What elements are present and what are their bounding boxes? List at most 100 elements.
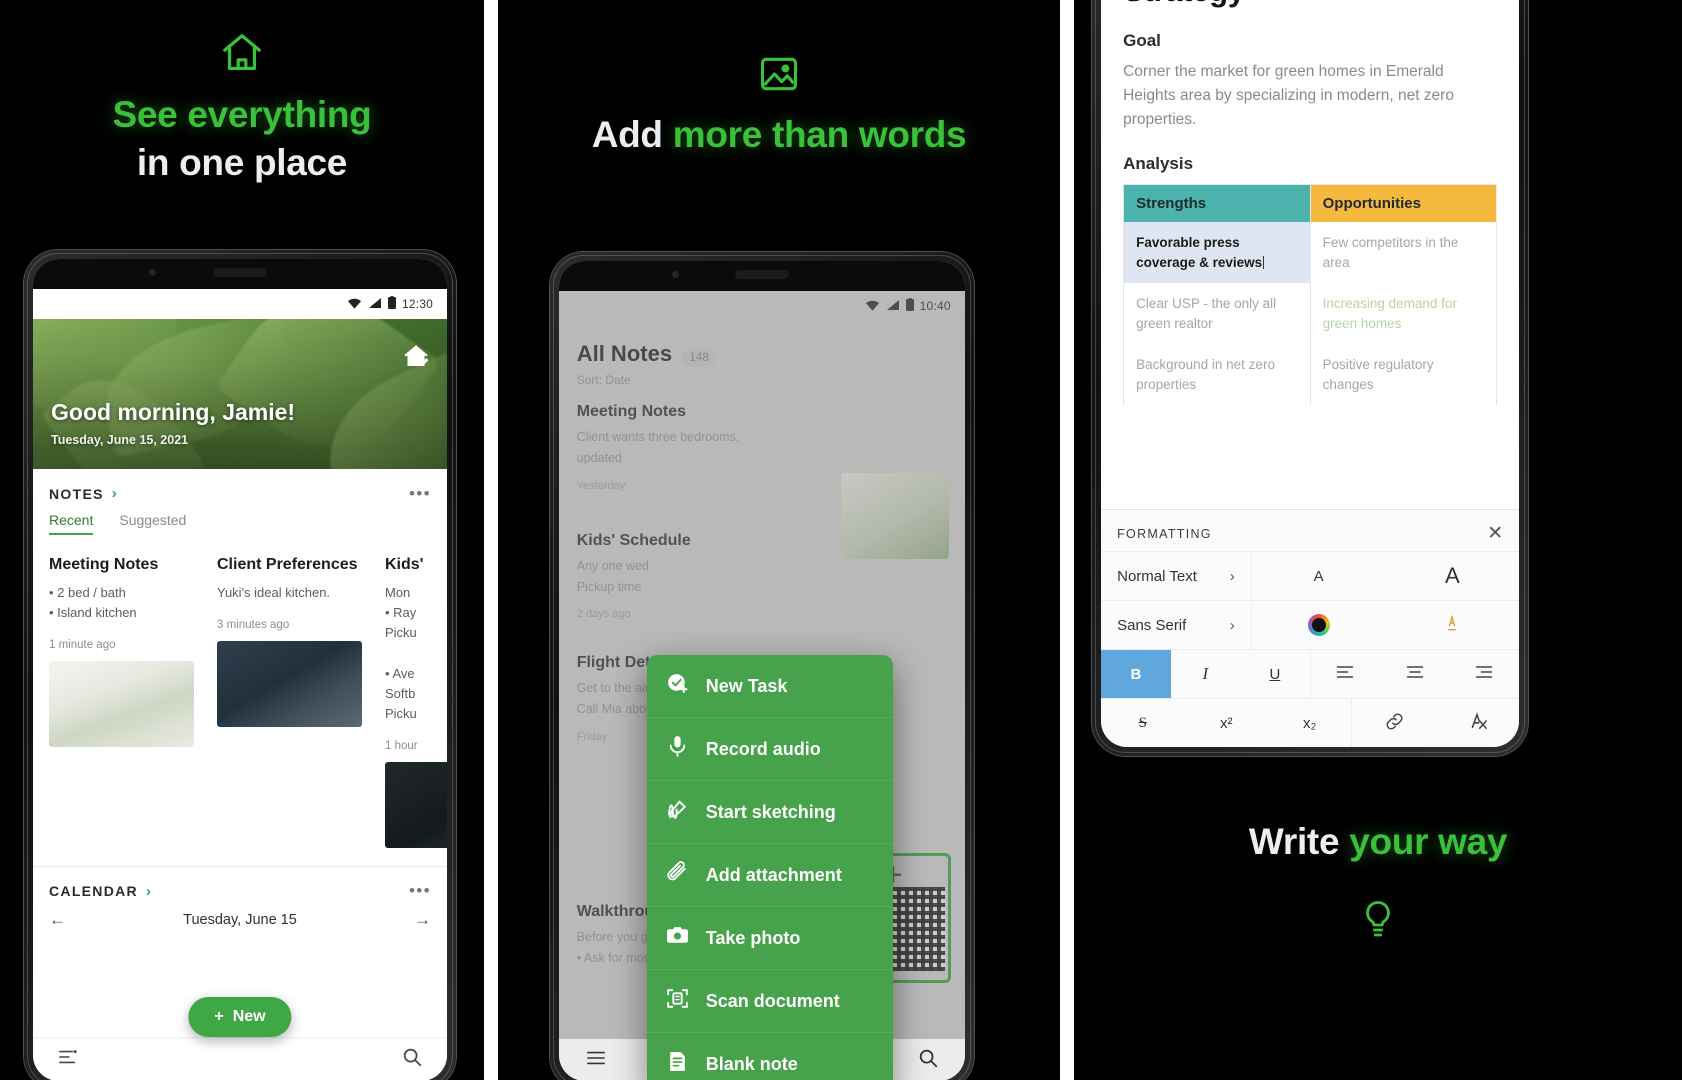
arrow-left-icon[interactable]: ← xyxy=(49,910,66,930)
phone-1: 12:30 Good morning, Jamie! Tuesday, June… xyxy=(24,250,456,1080)
large-a-label: A xyxy=(1444,563,1460,588)
clear-formatting-button[interactable] xyxy=(1436,699,1519,747)
overflow-menu-icon[interactable]: ••• xyxy=(409,882,431,899)
notes-section-title: NOTES xyxy=(49,485,104,502)
tab-recent[interactable]: Recent xyxy=(49,512,94,535)
overflow-menu-icon[interactable]: ••• xyxy=(409,485,431,502)
menu-item-start-sketching[interactable]: Start sketching xyxy=(646,780,893,843)
chevron-right-icon: › xyxy=(1229,616,1235,634)
chevron-right-icon[interactable]: › xyxy=(112,485,117,502)
align-left-button[interactable] xyxy=(1311,650,1381,698)
note-card[interactable]: Kids' Mon • Ray Picku • Ave Softb Picku … xyxy=(385,555,447,848)
font-family-select[interactable]: Sans Serif › xyxy=(1101,601,1251,649)
calendar-section-header[interactable]: CALENDAR › ••• xyxy=(33,867,447,900)
clear-format-icon xyxy=(1466,711,1488,735)
search-icon[interactable] xyxy=(917,1047,939,1074)
notes-section-header[interactable]: NOTES › ••• xyxy=(33,469,447,503)
paragraph-style-select[interactable]: Normal Text › xyxy=(1101,552,1251,600)
increase-font-size-button[interactable]: A xyxy=(1385,552,1519,600)
menu-item-record-audio[interactable]: Record audio xyxy=(646,717,893,780)
menu-item-scan-document[interactable]: Scan document xyxy=(646,969,893,1032)
menu-item-label: Start sketching xyxy=(705,801,836,822)
strikethrough-button[interactable]: S xyxy=(1101,699,1184,747)
paragraph-style-label: Normal Text xyxy=(1117,567,1197,585)
superscript-label: x² xyxy=(1219,714,1233,732)
sketch-icon xyxy=(665,797,690,827)
underline-button[interactable]: U xyxy=(1240,650,1310,698)
table-cell[interactable]: Background in net zero properties xyxy=(1124,344,1310,405)
table-cell[interactable]: Few competitors in the area xyxy=(1311,222,1497,283)
search-icon[interactable] xyxy=(401,1046,423,1073)
greeting-text: Good morning, Jamie! xyxy=(51,399,296,425)
menu-item-label: Take photo xyxy=(705,927,801,948)
menu-item-add-attachment[interactable]: Add attachment xyxy=(646,843,893,906)
notes-card-row[interactable]: Meeting Notes • 2 bed / bath • Island ki… xyxy=(33,535,447,848)
chevron-right-icon[interactable]: › xyxy=(146,883,151,900)
table-cell[interactable]: Clear USP - the only all green realtor xyxy=(1124,283,1310,344)
status-time: 12:30 xyxy=(401,297,433,311)
note-card[interactable]: Meeting Notes • 2 bed / bath • Island ki… xyxy=(49,555,199,848)
strikethrough-label: S xyxy=(1138,714,1147,731)
close-icon[interactable]: ✕ xyxy=(1487,524,1503,543)
small-a-label: A xyxy=(1313,567,1324,585)
note-card-title: Kids' xyxy=(385,556,424,573)
text-color-button[interactable] xyxy=(1252,601,1386,649)
create-menu[interactable]: New Task Record audio Start sketching Ad… xyxy=(646,655,893,1080)
new-button[interactable]: + New xyxy=(188,997,292,1037)
align-center-button[interactable] xyxy=(1380,650,1450,698)
note-card-thumbnail xyxy=(385,761,447,848)
color-wheel-icon xyxy=(1307,614,1330,636)
align-right-button[interactable] xyxy=(1450,650,1520,698)
menu-item-blank-note[interactable]: Blank note xyxy=(646,1032,893,1080)
phone-3-screen: Strategy Goal Corner the market for gree… xyxy=(1101,0,1520,747)
plus-icon: + xyxy=(214,1008,224,1025)
table-cell[interactable]: Increasing demand for green homes xyxy=(1311,283,1497,344)
panel1-headline-green: See everything xyxy=(112,94,372,135)
list-menu-icon[interactable] xyxy=(585,1049,607,1072)
panel1-headline: See everything in one place xyxy=(0,30,484,187)
new-button-label: New xyxy=(232,1008,266,1025)
table-column-strengths: Strengths Favorable press coverage & rev… xyxy=(1124,185,1310,405)
bottom-navigation-bar xyxy=(33,1037,447,1080)
analysis-heading: Analysis xyxy=(1123,154,1194,174)
hero-text: Good morning, Jamie! Tuesday, June 15, 2… xyxy=(51,399,295,447)
note-card-body: Yuki's ideal kitchen. xyxy=(217,585,331,600)
bold-button[interactable]: B xyxy=(1101,650,1171,698)
formatting-row-style: Normal Text › A A xyxy=(1101,552,1519,600)
arrow-right-icon[interactable]: → xyxy=(414,910,431,930)
formatting-panel: FORMATTING ✕ Normal Text › A A Sans Seri… xyxy=(1101,509,1520,747)
menu-item-label: Scan document xyxy=(705,990,840,1011)
swot-table: Strengths Favorable press coverage & rev… xyxy=(1123,184,1498,406)
camera-icon xyxy=(665,923,690,953)
note-card-body: Mon • Ray Picku • Ave Softb Picku xyxy=(385,585,417,721)
menu-item-label: Add attachment xyxy=(705,864,842,885)
table-cell[interactable]: Positive regulatory changes xyxy=(1311,344,1497,405)
blank-note-icon xyxy=(665,1049,690,1079)
panel-divider xyxy=(483,0,498,1080)
underline-label: U xyxy=(1269,665,1281,683)
table-cell[interactable]: Favorable press coverage & reviews xyxy=(1124,222,1310,284)
superscript-button[interactable]: x² xyxy=(1185,699,1268,747)
strategy-document[interactable]: Strategy Goal Corner the market for gree… xyxy=(1101,0,1520,406)
phone-1-screen: 12:30 Good morning, Jamie! Tuesday, June… xyxy=(33,259,447,1080)
panel3-headline-line: Write your way xyxy=(1074,818,1682,866)
panel1-headline-white: in one place xyxy=(136,142,348,184)
tab-suggested[interactable]: Suggested xyxy=(119,512,186,535)
list-menu-icon[interactable] xyxy=(57,1048,79,1071)
phone-1-notch xyxy=(33,259,447,289)
italic-button[interactable]: I xyxy=(1171,650,1241,698)
note-card[interactable]: Client Preferences Yuki's ideal kitchen.… xyxy=(217,555,367,848)
phone-1-content: 12:30 Good morning, Jamie! Tuesday, June… xyxy=(33,259,447,930)
insert-link-button[interactable] xyxy=(1352,699,1435,747)
subscript-button[interactable]: x₂ xyxy=(1268,699,1351,747)
note-card-body: • 2 bed / bath • Island kitchen xyxy=(49,585,137,621)
note-card-thumbnail xyxy=(217,641,362,728)
formatting-row-emphasis: B I U xyxy=(1101,650,1519,698)
home-edit-icon[interactable] xyxy=(401,341,431,376)
highlighter-button[interactable] xyxy=(1385,601,1519,649)
menu-item-take-photo[interactable]: Take photo xyxy=(646,906,893,969)
note-card-title: Client Preferences xyxy=(217,556,358,573)
align-left-icon xyxy=(1335,664,1355,684)
decrease-font-size-button[interactable]: A xyxy=(1252,552,1386,600)
menu-item-new-task[interactable]: New Task xyxy=(647,655,893,717)
